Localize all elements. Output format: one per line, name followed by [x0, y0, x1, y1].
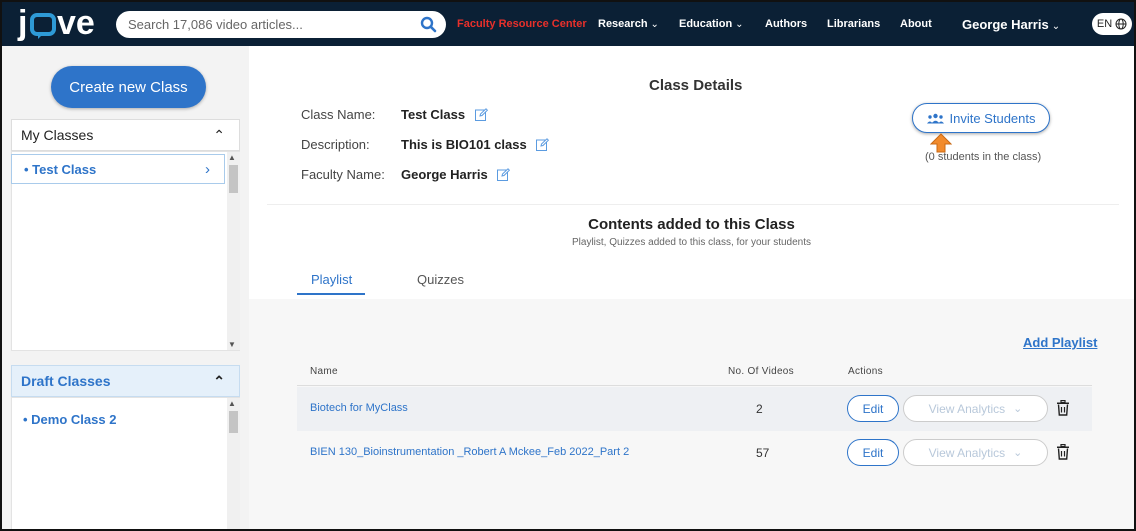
- class-details-card: Class Details Class Name: Test Class Des…: [249, 46, 1134, 299]
- class-name-label: Class Name:: [301, 107, 376, 122]
- invite-students-button[interactable]: Invite Students: [912, 103, 1050, 133]
- active-tab-indicator: [297, 293, 365, 295]
- search-icon[interactable]: [420, 16, 437, 33]
- chevron-down-icon: ⌄: [1051, 21, 1061, 32]
- tab-quizzes[interactable]: Quizzes: [417, 272, 464, 287]
- chevron-down-icon: ⌄: [735, 19, 744, 30]
- main-content: Class Details Class Name: Test Class Des…: [249, 46, 1134, 529]
- search-bar: [116, 11, 446, 38]
- chevron-up-icon: ⌃: [213, 372, 225, 389]
- class-item-demo-class-2[interactable]: • Demo Class 2: [11, 404, 225, 434]
- chevron-down-icon: ⌄: [1013, 447, 1023, 459]
- user-name: George Harris: [962, 17, 1049, 32]
- divider: [267, 204, 1119, 205]
- chevron-up-icon: ⌃: [213, 126, 225, 143]
- search-input[interactable]: [128, 17, 408, 32]
- tab-playlist[interactable]: Playlist: [311, 272, 352, 287]
- jove-logo[interactable]: j ve: [16, 5, 106, 41]
- people-icon: [926, 113, 944, 123]
- contents-subtitle: Playlist, Quizzes added to this class, f…: [572, 237, 811, 248]
- video-count: 2: [756, 402, 763, 416]
- sidebar: Create new Class My Classes ⌃ • Test Cla…: [2, 46, 249, 529]
- description-label: Description:: [301, 137, 370, 152]
- pencil-icon[interactable]: [536, 138, 550, 151]
- my-classes-header[interactable]: My Classes ⌃: [11, 119, 240, 151]
- nav-about[interactable]: About: [900, 18, 932, 30]
- nav-education-label: Education: [679, 18, 733, 30]
- trash-icon[interactable]: [1056, 444, 1070, 460]
- my-classes-title: My Classes: [21, 127, 94, 143]
- top-navbar: j ve Faculty Resource Center Research⌄ E…: [2, 2, 1134, 46]
- playlist-name-link[interactable]: Biotech for MyClass: [310, 402, 408, 414]
- class-name-value: Test Class: [401, 107, 488, 122]
- my-classes-scrollbar[interactable]: ▲ ▼: [227, 152, 240, 350]
- chevron-down-icon: ⌄: [650, 19, 659, 30]
- app-frame: j ve Faculty Resource Center Research⌄ E…: [0, 0, 1136, 531]
- view-analytics-dropdown[interactable]: View Analytics ⌄: [903, 395, 1048, 422]
- user-menu[interactable]: George Harris ⌄: [962, 17, 1060, 32]
- arrow-up-icon: [930, 133, 952, 153]
- svg-text:ve: ve: [57, 5, 95, 41]
- trash-icon[interactable]: [1056, 400, 1070, 416]
- table-row: Biotech for MyClass 2 Edit View Analytic…: [297, 387, 1092, 431]
- draft-classes-title: Draft Classes: [21, 373, 111, 389]
- class-item-label: • Test Class: [24, 161, 97, 177]
- column-header-actions: Actions: [848, 366, 883, 377]
- faculty-name-value: George Harris: [401, 167, 511, 182]
- view-analytics-label: View Analytics: [928, 445, 1006, 460]
- svg-text:j: j: [17, 5, 27, 41]
- nav-education[interactable]: Education ⌄: [679, 18, 744, 30]
- chevron-down-icon: ⌄: [1013, 403, 1023, 415]
- pencil-icon[interactable]: [497, 168, 511, 181]
- draft-classes-scrollbar[interactable]: ▲: [227, 398, 240, 529]
- nav-research-label: Research: [598, 18, 648, 30]
- table-header-divider: [297, 385, 1092, 386]
- chevron-right-icon: ›: [205, 160, 210, 178]
- nav-librarians[interactable]: Librarians: [827, 18, 880, 30]
- nav-authors[interactable]: Authors: [765, 18, 807, 30]
- edit-button[interactable]: Edit: [847, 395, 899, 422]
- playlist-name-link[interactable]: BIEN 130_Bioinstrumentation _Robert A Mc…: [310, 446, 629, 458]
- language-code: EN: [1096, 18, 1113, 30]
- column-header-count: No. Of Videos: [728, 366, 794, 377]
- table-row: BIEN 130_Bioinstrumentation _Robert A Mc…: [297, 431, 1092, 475]
- nav-faculty-resource-center[interactable]: Faculty Resource Center: [457, 18, 587, 30]
- pencil-icon[interactable]: [474, 108, 488, 121]
- view-analytics-label: View Analytics: [928, 401, 1006, 416]
- video-count: 57: [756, 446, 770, 460]
- column-header-name: Name: [310, 366, 338, 377]
- class-item-test-class[interactable]: • Test Class ›: [11, 154, 225, 184]
- students-count: (0 students in the class): [925, 151, 1042, 163]
- nav-research[interactable]: Research ⌄: [598, 18, 659, 30]
- edit-button[interactable]: Edit: [847, 439, 899, 466]
- scrollbar-thumb[interactable]: [229, 165, 238, 193]
- view-analytics-dropdown[interactable]: View Analytics ⌄: [903, 439, 1048, 466]
- faculty-name-label: Faculty Name:: [301, 167, 385, 182]
- class-details-title: Class Details: [649, 77, 743, 94]
- class-item-label: • Demo Class 2: [23, 411, 117, 427]
- language-selector[interactable]: EN: [1092, 13, 1132, 35]
- scroll-up-arrow-icon[interactable]: ▲: [228, 399, 236, 408]
- invite-students-label: Invite Students: [949, 110, 1036, 126]
- scroll-down-arrow-icon[interactable]: ▼: [228, 340, 236, 349]
- scrollbar-thumb[interactable]: [229, 411, 238, 433]
- description-value: This is BIO101 class: [401, 137, 550, 152]
- draft-classes-header[interactable]: Draft Classes ⌃: [11, 365, 240, 397]
- contents-title: Contents added to this Class: [588, 216, 795, 233]
- create-new-class-button[interactable]: Create new Class: [51, 66, 206, 108]
- scroll-up-arrow-icon[interactable]: ▲: [228, 153, 236, 162]
- globe-icon: [1115, 18, 1127, 30]
- add-playlist-link[interactable]: Add Playlist: [1023, 335, 1097, 350]
